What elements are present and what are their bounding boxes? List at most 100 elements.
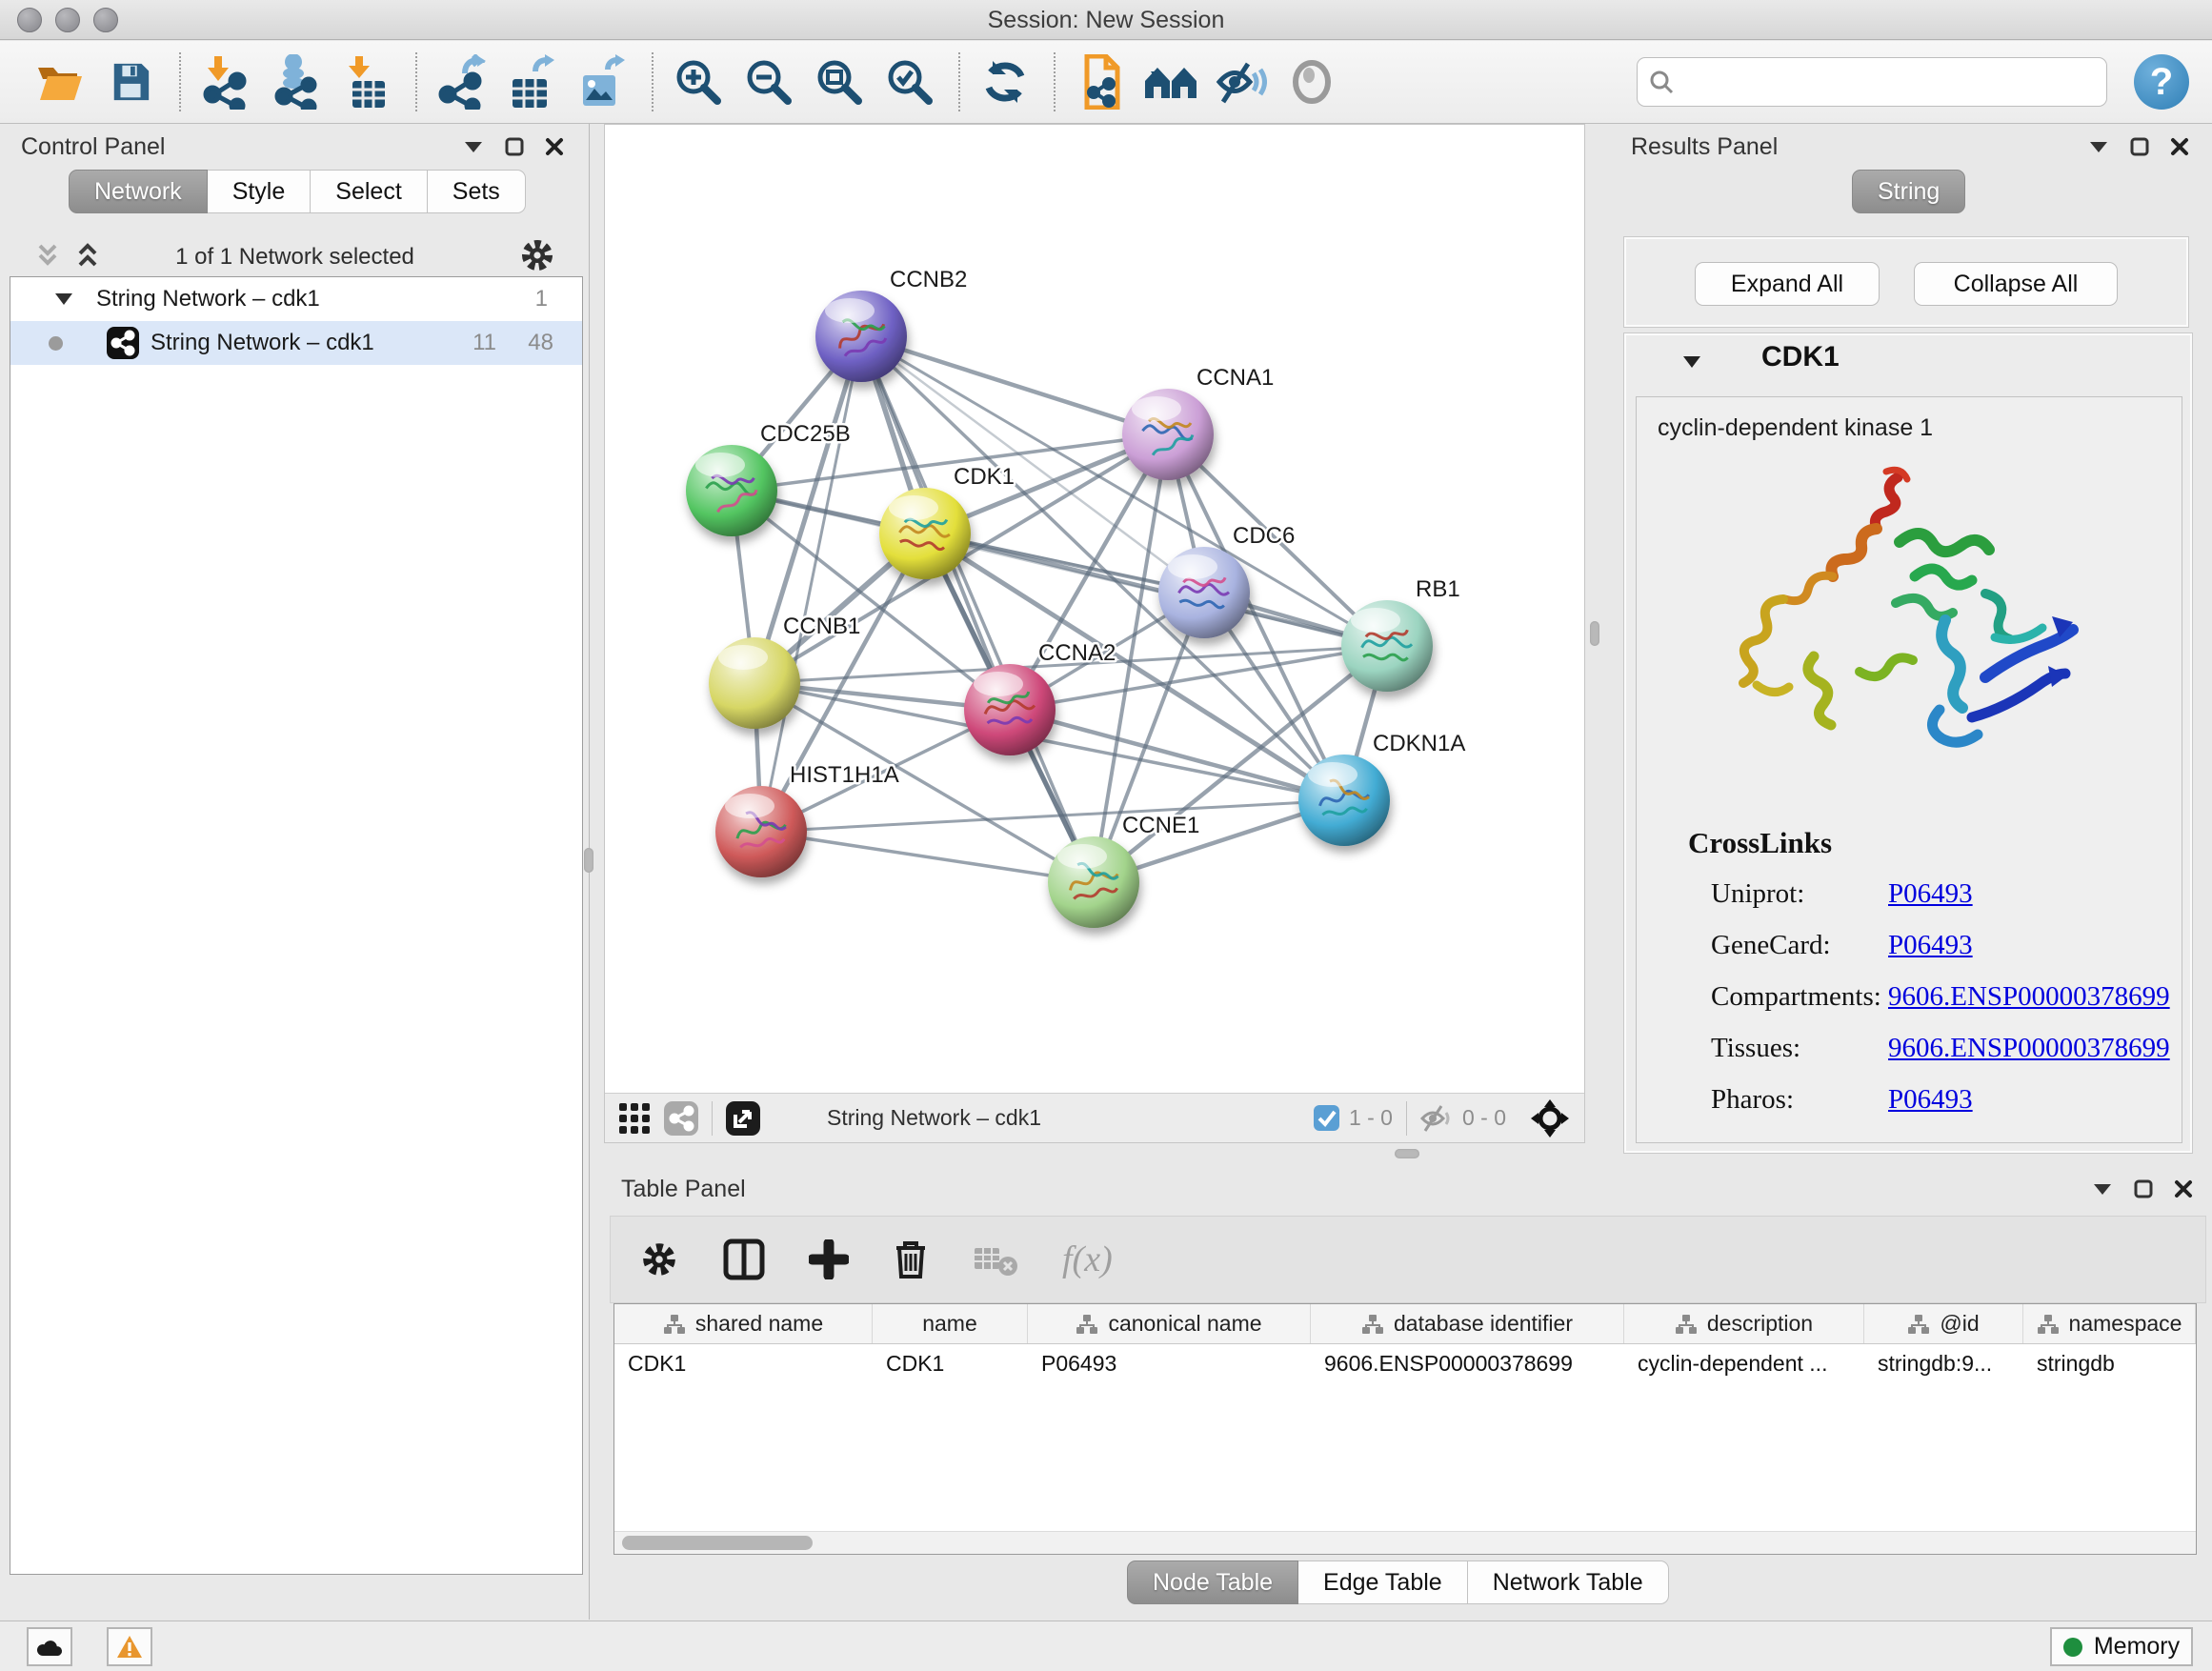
table-options-gear-icon[interactable] — [639, 1239, 679, 1279]
edge-CCNB2-CCNE1[interactable] — [861, 336, 1094, 882]
horizontal-scrollbar[interactable] — [614, 1531, 2196, 1554]
table-cell[interactable]: stringdb:9... — [1864, 1344, 2023, 1382]
table-cell[interactable]: stringdb — [2023, 1344, 2196, 1382]
column-header--id[interactable]: @id — [1864, 1304, 2023, 1343]
tab-string[interactable]: String — [1852, 170, 1965, 213]
tab-network-table[interactable]: Network Table — [1468, 1560, 1669, 1604]
table-cell[interactable]: cyclin-dependent ... — [1624, 1344, 1864, 1382]
scrollbar-thumb[interactable] — [622, 1536, 813, 1550]
search-input[interactable] — [1681, 69, 2091, 95]
node-gloss-highlight — [974, 672, 1023, 696]
expand-all-button[interactable]: Expand All — [1695, 262, 1880, 306]
column-header-name[interactable]: name — [873, 1304, 1028, 1343]
splitter-handle[interactable] — [1590, 621, 1599, 646]
import-table-from-file-icon[interactable] — [339, 50, 394, 113]
tab-style[interactable]: Style — [208, 170, 312, 213]
tab-node-table[interactable]: Node Table — [1127, 1560, 1298, 1604]
network-node-CDK1[interactable]: CDK1 — [879, 464, 1015, 579]
search-field[interactable] — [1637, 57, 2107, 107]
splitter-handle[interactable] — [1395, 1149, 1419, 1158]
maximize-window-icon[interactable] — [93, 8, 118, 32]
network-node-CDKN1A[interactable]: CDKN1A — [1298, 731, 1465, 846]
network-node-HIST1H1A[interactable]: HIST1H1A — [715, 762, 899, 877]
memory-button[interactable]: Memory — [2050, 1627, 2193, 1666]
grid-view-icon[interactable] — [618, 1102, 651, 1135]
float-panel-icon[interactable] — [505, 137, 524, 156]
export-image-icon[interactable] — [575, 50, 631, 113]
panel-menu-icon[interactable] — [2092, 1181, 2113, 1197]
show-all-icon[interactable] — [1284, 50, 1339, 113]
edge-CCNB2-CCNA1[interactable] — [861, 336, 1168, 434]
close-panel-icon[interactable] — [545, 137, 564, 156]
close-panel-icon[interactable] — [2170, 137, 2189, 156]
network-canvas[interactable]: CCNB2CCNA1CDC25BCDK1CDC6RB1CCNB1CCNA2CDK… — [605, 125, 1584, 1093]
splitter-handle[interactable] — [584, 848, 593, 873]
edge-HIST1H1A-CCNE1[interactable] — [761, 832, 1094, 882]
table-cell[interactable]: P06493 — [1028, 1344, 1311, 1382]
first-neighbors-icon[interactable] — [1073, 50, 1128, 113]
delete-column-icon[interactable] — [893, 1238, 929, 1280]
column-header-canonical-name[interactable]: canonical name — [1028, 1304, 1311, 1343]
network-node-CCNA1[interactable]: CCNA1 — [1122, 365, 1274, 480]
table-cell[interactable]: 9606.ENSP00000378699 — [1311, 1344, 1624, 1382]
column-header-shared-name[interactable]: shared name — [614, 1304, 873, 1343]
create-column-icon[interactable] — [809, 1239, 849, 1279]
minimize-window-icon[interactable] — [55, 8, 80, 32]
zoom-fit-icon[interactable] — [812, 50, 867, 113]
export-table-icon[interactable] — [505, 50, 560, 113]
home-view-icon[interactable] — [1143, 50, 1198, 113]
crosslink-link[interactable]: P06493 — [1888, 1084, 1973, 1116]
node-gloss-highlight — [825, 298, 875, 323]
tab-select[interactable]: Select — [311, 170, 427, 213]
cloud-status-button[interactable] — [27, 1627, 72, 1666]
section-collapse-icon[interactable] — [1681, 354, 1702, 370]
show-columns-icon[interactable] — [723, 1238, 765, 1280]
crosslink-link[interactable]: P06493 — [1888, 930, 1973, 961]
table-row[interactable]: CDK1CDK1P064939606.ENSP00000378699cyclin… — [614, 1344, 2196, 1382]
table-cell[interactable]: CDK1 — [873, 1344, 1028, 1382]
save-session-icon[interactable] — [103, 50, 158, 113]
float-panel-icon[interactable] — [2130, 137, 2149, 156]
network-collection-row[interactable]: String Network – cdk1 1 — [10, 277, 582, 321]
zoom-in-icon[interactable] — [671, 50, 726, 113]
collection-expander-icon[interactable] — [54, 292, 73, 306]
selected-checkbox-icon[interactable] — [1314, 1105, 1339, 1131]
panel-menu-icon[interactable] — [463, 139, 484, 154]
network-options-gear-icon[interactable] — [518, 236, 556, 274]
detach-view-icon[interactable] — [726, 1101, 760, 1136]
network-node-CCNB1[interactable]: CCNB1 — [709, 614, 860, 729]
tab-network[interactable]: Network — [69, 170, 208, 213]
tab-edge-table[interactable]: Edge Table — [1298, 1560, 1468, 1604]
birds-eye-view-icon[interactable] — [1531, 1099, 1569, 1137]
edge-CCNB2-HIST1H1A[interactable] — [761, 336, 861, 832]
import-network-from-database-icon[interactable] — [269, 50, 324, 113]
tab-sets[interactable]: Sets — [428, 170, 526, 213]
network-view: CCNB2CCNA1CDC25BCDK1CDC6RB1CCNB1CCNA2CDK… — [604, 124, 1585, 1143]
network-node-RB1[interactable]: RB1 — [1341, 576, 1460, 692]
float-panel-icon[interactable] — [2134, 1179, 2153, 1198]
column-header-description[interactable]: description — [1624, 1304, 1864, 1343]
column-header-database-identifier[interactable]: database identifier — [1311, 1304, 1624, 1343]
collection-label: String Network – cdk1 — [96, 286, 320, 312]
hidden-eye-icon[interactable] — [1420, 1104, 1453, 1133]
import-network-from-file-icon[interactable] — [198, 50, 253, 113]
network-row-selected[interactable]: String Network – cdk1 11 48 — [10, 321, 582, 365]
export-network-icon[interactable] — [434, 50, 490, 113]
crosslink-link[interactable]: P06493 — [1888, 878, 1973, 910]
close-window-icon[interactable] — [17, 8, 42, 32]
open-session-icon[interactable] — [32, 50, 88, 113]
zoom-out-icon[interactable] — [741, 50, 796, 113]
collapse-all-button[interactable]: Collapse All — [1914, 262, 2118, 306]
column-header-namespace[interactable]: namespace — [2023, 1304, 2196, 1343]
crosslink-link[interactable]: 9606.ENSP00000378699 — [1888, 981, 2170, 1013]
node-gloss-highlight — [1057, 844, 1107, 869]
panel-menu-icon[interactable] — [2088, 139, 2109, 154]
warnings-button[interactable] — [107, 1627, 152, 1666]
hide-selected-icon[interactable] — [1214, 50, 1269, 113]
crosslink-link[interactable]: 9606.ENSP00000378699 — [1888, 1033, 2170, 1064]
close-panel-icon[interactable] — [2174, 1179, 2193, 1198]
zoom-selected-icon[interactable] — [882, 50, 937, 113]
help-button[interactable]: ? — [2134, 54, 2189, 110]
table-cell[interactable]: CDK1 — [614, 1344, 873, 1382]
refresh-view-icon[interactable] — [977, 50, 1033, 113]
